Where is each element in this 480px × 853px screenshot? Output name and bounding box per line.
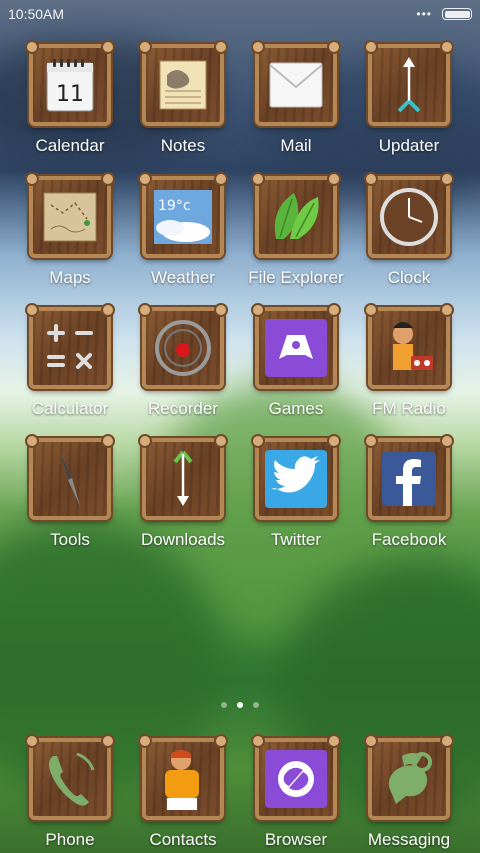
- app-frame[interactable]: [25, 734, 115, 820]
- radio-character-icon: [377, 316, 441, 380]
- app-frame[interactable]: [364, 172, 454, 258]
- app-label: Browser: [264, 830, 328, 849]
- app-frame[interactable]: 11: [25, 40, 115, 126]
- page-dot-2-active[interactable]: [237, 702, 243, 708]
- app-label: Notes: [160, 136, 206, 155]
- contacts-character-icon: [153, 746, 213, 812]
- app-label: Tools: [50, 530, 90, 549]
- app-frame[interactable]: [138, 40, 228, 126]
- app-label: Updater: [378, 136, 440, 155]
- phone-icon: [41, 748, 99, 810]
- map-icon: [41, 189, 99, 245]
- app-label: File Explorer: [248, 268, 344, 287]
- arrow-down-icon: [163, 448, 203, 510]
- app-label: Recorder: [148, 399, 218, 418]
- app-frame[interactable]: [251, 303, 341, 389]
- app-frame[interactable]: [251, 40, 341, 126]
- page-indicator[interactable]: [0, 702, 480, 708]
- app-tools[interactable]: Tools: [10, 434, 130, 550]
- app-messaging[interactable]: Messaging: [349, 734, 469, 850]
- app-frame[interactable]: [364, 40, 454, 126]
- arrow-up-icon: [389, 55, 429, 115]
- app-frame[interactable]: [251, 172, 341, 258]
- calendar-day: 11: [56, 82, 84, 107]
- app-frame[interactable]: [251, 734, 341, 820]
- app-label: Calendar: [35, 136, 105, 155]
- app-calendar[interactable]: 11 Calendar: [10, 40, 130, 156]
- status-icons: •••: [416, 7, 472, 21]
- recorder-icon: [151, 316, 215, 380]
- battery-icon: [442, 8, 472, 20]
- calculator-icon: [41, 319, 99, 377]
- app-frame[interactable]: [25, 303, 115, 389]
- app-label: Contacts: [149, 830, 217, 849]
- mail-icon: [266, 55, 326, 115]
- app-phone[interactable]: Phone: [10, 734, 130, 850]
- messaging-icon: [378, 748, 440, 810]
- app-weather[interactable]: 19°c Weather: [123, 172, 243, 288]
- app-label: FM Radio: [372, 399, 446, 418]
- app-label: Facebook: [371, 530, 447, 549]
- compass-needle-icon: [50, 448, 90, 510]
- app-maps[interactable]: Maps: [10, 172, 130, 288]
- app-downloads[interactable]: Downloads: [123, 434, 243, 550]
- twitter-icon: [263, 448, 329, 510]
- app-games[interactable]: Games: [236, 303, 356, 419]
- browser-icon: [263, 748, 329, 810]
- app-twitter[interactable]: Twitter: [236, 434, 356, 550]
- app-browser[interactable]: Browser: [236, 734, 356, 850]
- app-contacts[interactable]: Contacts: [123, 734, 243, 850]
- app-facebook[interactable]: Facebook: [349, 434, 469, 550]
- app-label: Clock: [387, 268, 431, 287]
- app-calculator[interactable]: Calculator: [10, 303, 130, 419]
- app-label: Maps: [49, 268, 91, 287]
- notes-icon: [155, 57, 211, 113]
- app-frame[interactable]: [364, 434, 454, 520]
- weather-icon: 19°c: [152, 188, 214, 246]
- status-bar: 10:50AM •••: [0, 0, 480, 28]
- app-frame[interactable]: [364, 303, 454, 389]
- more-dots-icon: •••: [416, 7, 432, 21]
- page-dot-3[interactable]: [253, 702, 259, 708]
- app-frame[interactable]: [251, 434, 341, 520]
- battery-level: [444, 10, 470, 18]
- app-label: Twitter: [270, 530, 322, 549]
- app-clock[interactable]: Clock: [349, 172, 469, 288]
- app-frame[interactable]: [138, 303, 228, 389]
- status-time: 10:50AM: [8, 6, 65, 22]
- app-frame[interactable]: 19°c: [138, 172, 228, 258]
- app-label: Mail: [280, 136, 312, 155]
- app-label: Phone: [45, 830, 95, 849]
- app-frame[interactable]: [138, 734, 228, 820]
- app-mail[interactable]: Mail: [236, 40, 356, 156]
- app-file-explorer[interactable]: File Explorer: [236, 172, 356, 288]
- app-frame[interactable]: [138, 434, 228, 520]
- calendar-icon: 11: [44, 57, 96, 113]
- app-recorder[interactable]: Recorder: [123, 303, 243, 419]
- app-updater[interactable]: Updater: [349, 40, 469, 156]
- weather-temp: 19°c: [158, 198, 191, 214]
- app-label: Calculator: [31, 399, 109, 418]
- page-dot-1[interactable]: [221, 702, 227, 708]
- app-notes[interactable]: Notes: [123, 40, 243, 156]
- leaf-icon: [266, 189, 326, 245]
- app-label: Weather: [151, 268, 215, 287]
- clock-icon: [378, 186, 440, 248]
- app-label: Messaging: [367, 830, 451, 849]
- app-fm-radio[interactable]: FM Radio: [349, 303, 469, 419]
- facebook-icon: [380, 450, 438, 508]
- gamepad-icon: [263, 317, 329, 379]
- app-frame[interactable]: [25, 434, 115, 520]
- app-label: Games: [268, 399, 324, 418]
- app-label: Downloads: [140, 530, 226, 549]
- app-frame[interactable]: [25, 172, 115, 258]
- app-frame[interactable]: [364, 734, 454, 820]
